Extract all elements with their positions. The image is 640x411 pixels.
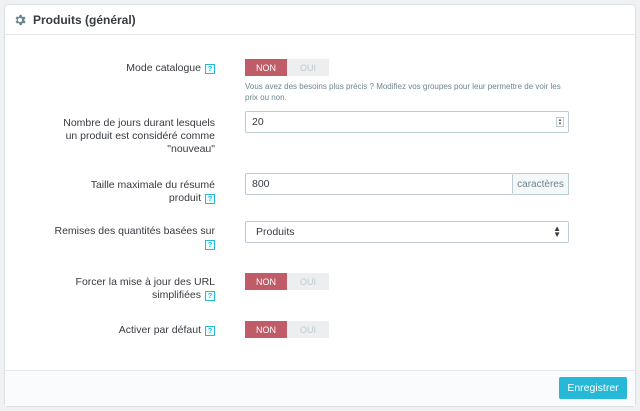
- force-url-switch[interactable]: NON OUI: [245, 273, 329, 290]
- help-icon[interactable]: ?: [205, 194, 215, 204]
- force-url-label-line1: Forcer la mise à jour des URL: [75, 276, 215, 288]
- new-days-label-line1: Nombre de jours durant lesquels: [63, 117, 215, 129]
- force-url-yes-option[interactable]: OUI: [287, 273, 329, 290]
- default-active-label-text: Activer par défaut: [118, 324, 201, 336]
- default-active-switch[interactable]: NON OUI: [245, 321, 329, 338]
- default-active-label: Activer par défaut?: [119, 324, 215, 337]
- panel-heading: Produits (général): [5, 5, 635, 35]
- summary-max-addon: caractères: [513, 173, 569, 195]
- summary-max-label-line2: produit: [168, 192, 201, 204]
- select-caret-icon: ▲ ▼: [553, 224, 561, 239]
- catalog-mode-no-option[interactable]: NON: [245, 59, 287, 76]
- number-stepper[interactable]: ▴ ▾: [556, 117, 564, 127]
- summary-max-input[interactable]: 800: [245, 173, 513, 195]
- panel-title: Produits (général): [33, 12, 136, 27]
- new-days-label-line3: "nouveau": [167, 143, 215, 155]
- help-icon[interactable]: ?: [205, 64, 215, 74]
- catalog-mode-hint: Vous avez des besoins plus précis ? Modi…: [245, 82, 561, 102]
- summary-max-value: 800: [252, 178, 270, 190]
- force-url-label-line2: simplifiées: [151, 289, 201, 301]
- save-button[interactable]: Enregistrer: [559, 377, 627, 399]
- new-days-value: 20: [252, 116, 264, 128]
- qty-discounts-select[interactable]: Produits ▲ ▼: [245, 221, 569, 243]
- summary-max-label-line1: Taille maximale du résumé: [90, 179, 215, 191]
- catalog-mode-switch[interactable]: NON OUI: [245, 59, 329, 76]
- qty-discounts-label-text: Remises des quantités basées sur: [54, 225, 216, 237]
- help-icon[interactable]: ?: [205, 240, 215, 250]
- new-days-label: Nombre de jours durant lesquels un produ…: [63, 117, 215, 156]
- default-active-yes-option[interactable]: OUI: [287, 321, 329, 338]
- new-days-label-line2: un produit est considéré comme: [65, 130, 215, 142]
- qty-discounts-selected: Produits: [256, 226, 295, 238]
- default-active-no-option[interactable]: NON: [245, 321, 287, 338]
- new-days-input[interactable]: 20 ▴ ▾: [245, 111, 569, 133]
- catalog-mode-yes-option[interactable]: OUI: [287, 59, 329, 76]
- panel-footer: Enregistrer: [5, 370, 635, 406]
- summary-max-label: Taille maximale du résumé produit?: [91, 179, 215, 205]
- catalog-mode-label-text: Mode catalogue: [126, 62, 201, 74]
- products-general-panel: Produits (général) Mode catalogue? NON O…: [4, 4, 636, 407]
- force-url-label: Forcer la mise à jour des URL simplifiée…: [76, 276, 215, 302]
- force-url-no-option[interactable]: NON: [245, 273, 287, 290]
- catalog-mode-label: Mode catalogue?: [126, 62, 215, 75]
- help-icon[interactable]: ?: [205, 326, 215, 336]
- gear-icon: [15, 14, 26, 25]
- qty-discounts-label: Remises des quantités basées sur ?: [54, 225, 216, 251]
- help-icon[interactable]: ?: [205, 291, 215, 301]
